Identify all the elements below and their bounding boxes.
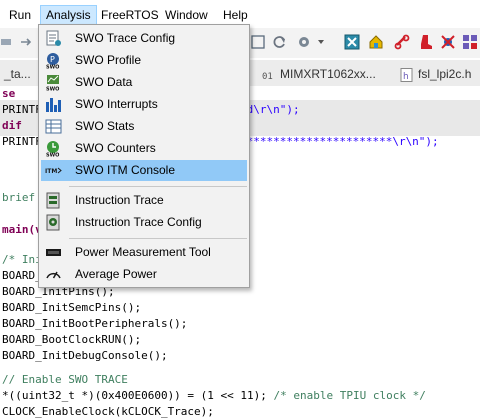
swo-profile-icon: PSWO <box>46 53 59 70</box>
svg-text:SWO: SWO <box>46 65 59 70</box>
code-line: main(v <box>2 223 42 236</box>
code-line: /* Ini <box>2 253 42 266</box>
tab-partial[interactable]: _ta... <box>4 64 31 84</box>
code-line: BOARD_InitBootPeripherals(); <box>2 317 188 330</box>
toolbar-icon[interactable] <box>18 34 34 50</box>
boot-icon[interactable] <box>418 34 434 50</box>
menu-freertos[interactable]: FreeRTOS <box>96 6 164 24</box>
power-measurement-icon <box>46 249 61 256</box>
swo-trace-config-icon <box>46 30 61 46</box>
home-icon[interactable] <box>368 34 384 50</box>
instruction-trace-icon <box>46 192 60 209</box>
analysis-dropdown-menu: SWO Trace Config P SWO SWO Profile SWO SW… <box>38 24 250 288</box>
settings-gear-icon[interactable] <box>296 34 312 50</box>
average-power-icon <box>46 271 61 279</box>
code-line: se <box>2 87 16 100</box>
tab-label: fsl_lpi2c.h <box>418 67 472 81</box>
menu-separator <box>69 186 247 187</box>
instruction-trace-config-icon <box>46 214 60 231</box>
code-line: // Enable SWO TRACE <box>2 373 128 386</box>
menu-item-swo-trace-config[interactable]: SWO Trace Config <box>41 28 247 49</box>
toolbar-icon[interactable] <box>0 34 16 50</box>
grid-icon[interactable] <box>462 34 478 50</box>
menu-window[interactable]: Window <box>160 6 213 24</box>
tab-mimxrt1062[interactable]: 01 MIMXRT1062xx... <box>262 64 376 84</box>
swo-itm-console-icon: ITM <box>45 167 62 175</box>
svg-text:01: 01 <box>262 72 273 82</box>
swo-stats-icon <box>45 119 62 134</box>
menu-run[interactable]: Run <box>4 6 36 24</box>
code-line: PRINTF rd\r\n"); <box>2 103 300 116</box>
header-file-icon: h <box>400 67 413 82</box>
menu-bar: Run Analysis FreeRTOS Window Help <box>0 0 480 26</box>
svg-text:SWO: SWO <box>46 153 59 158</box>
menu-item-average-power[interactable]: Average Power <box>41 264 247 285</box>
svg-text:SWO: SWO <box>46 87 59 92</box>
link-icon[interactable] <box>394 34 410 50</box>
menu-item-swo-stats[interactable]: SWO Stats <box>41 116 247 137</box>
menu-item-swo-profile[interactable]: P SWO SWO Profile <box>41 50 247 71</box>
menu-item-instruction-trace[interactable]: Instruction Trace <box>41 190 247 211</box>
code-line: BOARD_ <box>2 269 42 282</box>
menu-item-swo-interrupts[interactable]: SWO Interrupts <box>41 94 247 115</box>
code-line: BOARD_InitSemcPins(); <box>2 301 142 314</box>
close-box-icon[interactable] <box>344 34 360 50</box>
code-line: dif <box>2 119 22 132</box>
chevron-down-icon[interactable] <box>316 34 326 50</box>
refresh-icon[interactable] <box>272 34 288 50</box>
title-bar-remnant <box>0 0 480 3</box>
debug-stop-icon[interactable] <box>440 34 456 50</box>
tab-fsl-lpi2c[interactable]: h fsl_lpi2c.h <box>400 64 471 84</box>
tab-label: MIMXRT1062xx... <box>280 67 376 81</box>
toolbar-icon[interactable] <box>250 34 266 50</box>
svg-text:ITM: ITM <box>45 168 57 175</box>
menu-item-power-measurement-tool[interactable]: Power Measurement Tool <box>41 242 247 263</box>
code-line: PRINTF ***********************\r\n"); <box>2 135 439 148</box>
menu-analysis[interactable]: Analysis <box>40 5 97 25</box>
code-line: brief <box>2 191 36 204</box>
code-line: BOARD_InitDebugConsole(); <box>2 349 168 362</box>
swo-counters-icon: SWO <box>46 141 59 158</box>
binary-file-icon: 01 <box>262 72 273 82</box>
code-line: *((uint32_t *)(0x400E0600)) = (1 << 11);… <box>2 389 426 402</box>
swo-data-icon: SWO <box>46 75 59 92</box>
menu-item-instruction-trace-config[interactable]: Instruction Trace Config <box>41 212 247 233</box>
tab-label: _ta... <box>4 67 31 81</box>
svg-text:P: P <box>50 55 55 64</box>
code-line: CLOCK_EnableClock(kCLOCK_Trace); <box>2 405 214 418</box>
menu-help[interactable]: Help <box>218 6 253 24</box>
menu-item-swo-data[interactable]: SWO SWO Data <box>41 72 247 93</box>
menu-item-swo-counters[interactable]: SWO SWO Counters <box>41 138 247 159</box>
menu-item-swo-itm-console[interactable]: ITM SWO ITM Console <box>41 160 247 181</box>
svg-text:h: h <box>403 72 409 82</box>
swo-interrupts-icon <box>46 98 61 112</box>
menu-separator <box>69 238 247 239</box>
code-line: BOARD_BootClockRUN(); <box>2 333 142 346</box>
